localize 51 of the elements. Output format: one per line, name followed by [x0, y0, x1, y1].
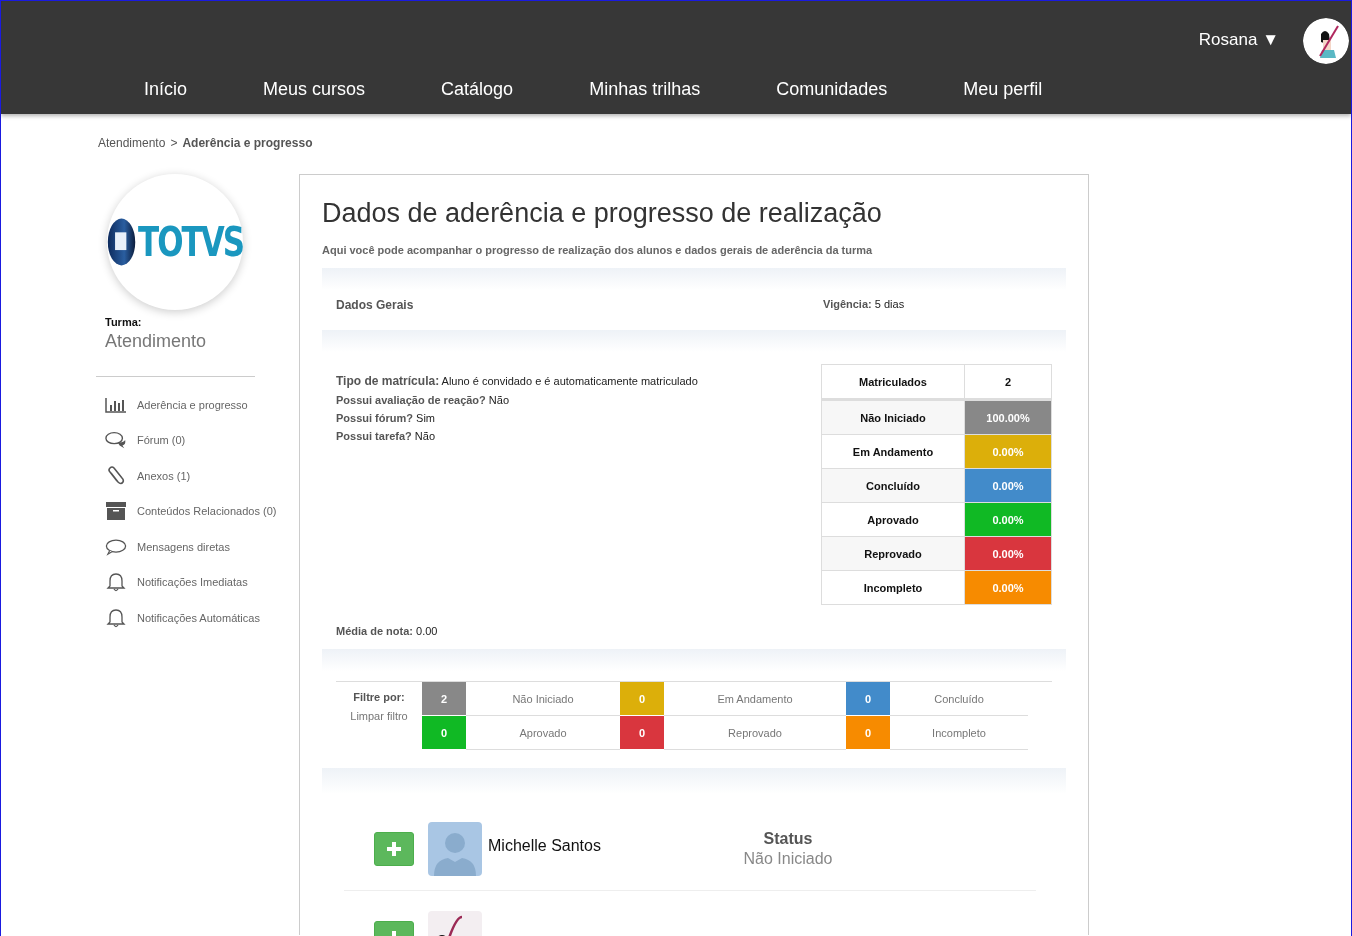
percent-cell: 0.00% — [964, 570, 1052, 605]
filter-option[interactable]: Incompleto — [890, 716, 1028, 750]
sidebar-item[interactable]: Fórum (0) — [95, 422, 299, 458]
sidebar-item[interactable]: Notificações Imediatas — [95, 564, 299, 600]
class-name: Atendimento — [105, 331, 208, 352]
page-subtitle: Aqui você pode acompanhar o progresso de realização dos alunos e dados gerais de aderência da turma — [322, 244, 874, 256]
sidebar-item[interactable]: Aderência e progresso — [95, 387, 299, 423]
table-cell: Em Andamento — [821, 434, 965, 469]
nav-link[interactable]: Comunidades — [776, 79, 888, 100]
percent-cell: 0.00% — [964, 434, 1052, 469]
status-label: Status — [762, 830, 814, 848]
filter-label: Filtre por: — [352, 691, 406, 703]
filter-count[interactable]: 2 — [422, 682, 466, 715]
sidebar-item[interactable]: Notificações Automáticas — [95, 600, 299, 636]
info-line: Possui tarefa? Não — [336, 430, 437, 442]
info-line: Tipo de matrícula: Aluno é convidado e é automaticamente matriculado — [336, 374, 699, 388]
percent-cell: 0.00% — [964, 468, 1052, 503]
info-line: Possui avaliação de reação? Não — [336, 394, 511, 406]
info-line: Possui fórum? Sim — [336, 412, 436, 424]
table-cell: Não Iniciado — [821, 399, 965, 435]
course-logo: TOTVS — [107, 174, 243, 310]
sidebar-item[interactable]: Mensagens diretas — [95, 529, 299, 565]
student-name: Michelle Santos — [488, 837, 601, 854]
table-cell: Reprovado — [821, 536, 965, 571]
section-heading: Dados Gerais — [336, 298, 415, 314]
sidebar-item[interactable]: Anexos (1) — [95, 458, 299, 494]
filter-count[interactable]: 0 — [846, 682, 890, 715]
table-cell: Incompleto — [821, 570, 965, 605]
breadcrumb-link[interactable]: Atendimento — [98, 136, 166, 156]
percent-cell: 100.00% — [964, 399, 1052, 435]
table-cell: Concluído — [821, 468, 965, 503]
average-grade: Média de nota: 0.00 — [335, 624, 439, 637]
validity-text: Vigência: 5 dias — [823, 298, 905, 312]
percent-cell: 0.00% — [964, 502, 1052, 537]
filter-option[interactable]: Concluído — [890, 682, 1028, 716]
nav-link[interactable]: Catálogo — [441, 79, 514, 100]
breadcrumb-separator: > — [170, 136, 178, 152]
nav-link[interactable]: Início — [144, 79, 188, 100]
breadcrumb-link[interactable]: Aderência e progresso — [182, 136, 313, 156]
user-menu[interactable]: Rosana ▼ — [1198, 30, 1279, 50]
page-title: Dados de aderência e progresso de realização — [322, 198, 883, 229]
status-value: Não Iniciado — [742, 850, 834, 868]
table-cell: Aprovado — [821, 502, 965, 537]
filter-count[interactable]: 0 — [620, 716, 664, 749]
percent-cell: 0.00% — [964, 536, 1052, 571]
sidebar-item[interactable]: Conteúdos Relacionados (0) — [95, 493, 299, 529]
class-label: Turma: — [105, 316, 143, 328]
nav-link[interactable]: Meu perfil — [963, 79, 1043, 100]
nav-link[interactable]: Minhas trilhas — [589, 79, 701, 100]
nav-link[interactable]: Meus cursos — [263, 79, 366, 100]
clear-filter-link[interactable]: Limpar filtro — [336, 710, 422, 722]
